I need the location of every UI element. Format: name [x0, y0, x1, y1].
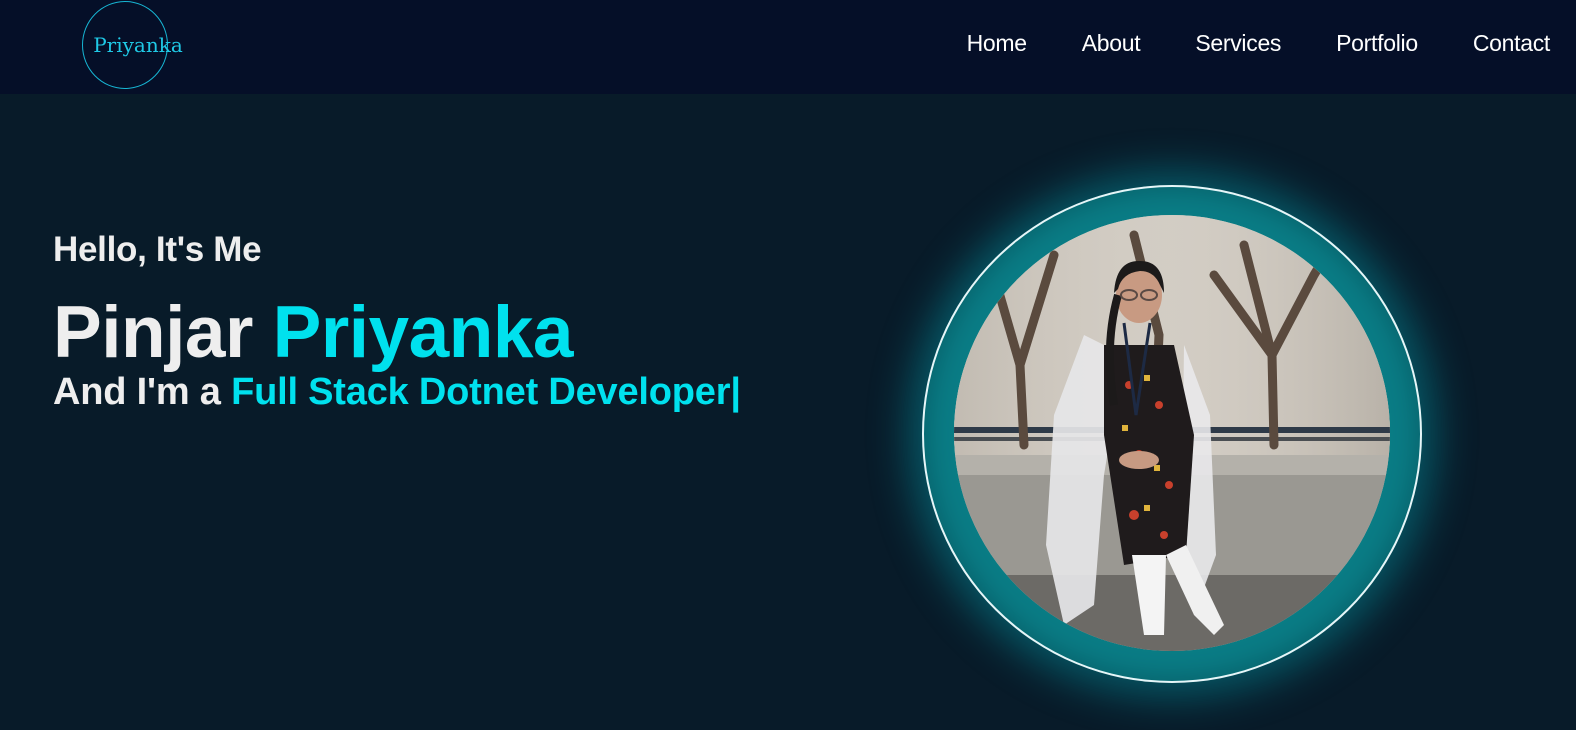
first-name: Pinjar [53, 292, 253, 373]
last-name: Priyanka [272, 292, 574, 373]
profile-photo [954, 215, 1390, 651]
navbar: Priyanka Home About Services Portfolio C… [0, 0, 1576, 94]
nav-link-home[interactable]: Home [967, 30, 1027, 57]
profile-photo-illustration [954, 215, 1390, 651]
nav-link-services[interactable]: Services [1195, 30, 1281, 57]
hero-content: Hello, It's Me Pinjar Priyanka And I'm a… [53, 230, 741, 414]
role-title: Full Stack Dotnet Developer [231, 371, 731, 413]
greeting: Hello, It's Me [53, 230, 262, 269]
hero-name: Pinjar Priyanka [53, 296, 741, 370]
nav-link-contact[interactable]: Contact [1473, 30, 1550, 57]
nav-links: Home About Services Portfolio Contact [912, 30, 1551, 57]
nav-link-portfolio[interactable]: Portfolio [1336, 30, 1418, 57]
logo[interactable]: Priyanka [82, 1, 183, 89]
typing-cursor: | [730, 371, 741, 413]
role-prefix: And I'm a [53, 371, 221, 413]
role-line: And I'm a Full Stack Dotnet Developer| [53, 370, 741, 414]
nav-link-about[interactable]: About [1082, 30, 1141, 57]
